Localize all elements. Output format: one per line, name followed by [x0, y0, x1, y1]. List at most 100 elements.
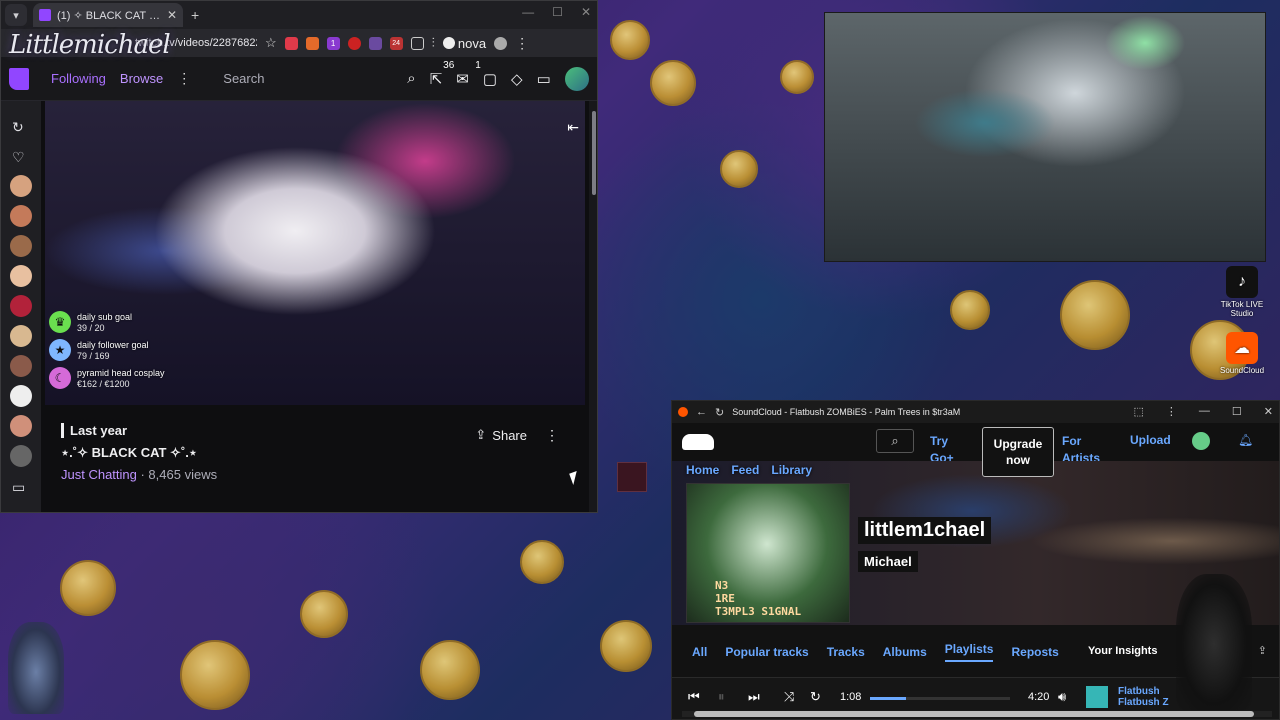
heart-icon[interactable]: ♡ [12, 149, 25, 166]
sc-share-icon[interactable]: ⇪ [1258, 644, 1267, 657]
page-scrollbar[interactable] [589, 101, 597, 512]
upload-link[interactable]: Upload [1130, 433, 1171, 447]
close-window-button[interactable]: ✕ [581, 5, 591, 19]
video-camera-icon[interactable]: ▭ [12, 479, 25, 496]
progress-bar[interactable] [870, 697, 1010, 700]
extensions-puzzle-icon[interactable] [410, 36, 424, 50]
share-label: Share [492, 427, 527, 443]
reload-icon[interactable]: ↻ [715, 406, 724, 419]
minimize-button[interactable]: — [522, 5, 534, 19]
extension-icon-badge[interactable]: 24 [389, 36, 403, 50]
channel-avatar[interactable] [10, 265, 32, 287]
extension-icon-purple[interactable]: 1 [326, 36, 340, 50]
view-count: · 8,465 views [136, 467, 218, 482]
prime-loot-icon[interactable]: ⇱ 36 [430, 60, 455, 88]
bookmark-star-icon[interactable]: ☆ [265, 35, 277, 51]
next-track-icon[interactable]: ⏭ [748, 689, 760, 705]
profile-artwork[interactable]: N3 1RE T3MPL3 S1GNAL [686, 483, 850, 623]
previous-track-icon[interactable]: ⏮ [688, 689, 700, 705]
maximize-button[interactable]: ☐ [552, 5, 563, 19]
sc-nav-feed[interactable]: Feed [731, 463, 759, 477]
moon-icon: ☾ [49, 367, 71, 389]
sc-search-icon[interactable]: ⌕ [876, 429, 914, 453]
profile-button[interactable]: nova [442, 35, 487, 51]
channel-avatar[interactable] [10, 325, 32, 347]
sc-extensions-icon[interactable]: ⬚ [1134, 405, 1144, 418]
account-avatar-icon[interactable] [494, 36, 508, 50]
sc-scrollbar-thumb[interactable] [694, 711, 1254, 717]
notifications-bell-icon[interactable]: 🔔︎ [1238, 433, 1253, 447]
sc-minimize-button[interactable]: — [1199, 405, 1210, 418]
goal-item: ♛ daily sub goal 39 / 20 [49, 311, 189, 333]
media-control-icon[interactable]: ⫶ [432, 35, 435, 51]
tab-albums[interactable]: Albums [883, 645, 927, 659]
extension-icon-red[interactable] [284, 36, 298, 50]
dark-figure-overlay [1176, 574, 1252, 710]
bits-icon[interactable]: ◇ [511, 70, 523, 88]
sc-maximize-button[interactable]: ☐ [1232, 405, 1242, 418]
soundcloud-logo-icon[interactable] [682, 434, 714, 450]
refresh-icon[interactable]: ↻ [12, 119, 24, 136]
desktop-icon-tiktok[interactable]: ♪ TikTok LIVE Studio [1220, 266, 1264, 318]
repeat-icon[interactable]: ↻ [810, 689, 821, 705]
category-link[interactable]: Just Chatting [61, 467, 137, 482]
channel-avatar[interactable] [10, 445, 32, 467]
sc-horizontal-scrollbar[interactable] [682, 711, 1272, 717]
wallpaper-coin [950, 290, 990, 330]
channel-avatar[interactable] [10, 205, 32, 227]
new-tab-button[interactable]: + [191, 7, 199, 23]
sc-close-button[interactable]: ✕ [1264, 405, 1273, 418]
channel-avatar[interactable] [10, 385, 32, 407]
goal-value: 79 / 169 [77, 350, 110, 361]
collapse-chat-icon[interactable]: ⇤ [567, 119, 579, 136]
channel-avatar[interactable] [10, 235, 32, 257]
more-options-icon[interactable]: ⋮ [545, 427, 559, 444]
tab-close-icon[interactable]: ✕ [167, 8, 177, 22]
twitch-logo-icon[interactable] [9, 67, 29, 90]
scrollbar-thumb[interactable] [592, 111, 596, 195]
sc-menu-icon[interactable]: ⋮ [1166, 405, 1177, 418]
share-button[interactable]: ⇪ Share [475, 427, 527, 443]
now-playing-info[interactable]: Flatbush Flatbush Z [1118, 686, 1169, 708]
sc-nav-home[interactable]: Home [686, 463, 719, 477]
whispers-icon[interactable]: ▢ [483, 70, 497, 88]
desktop-thumbnail[interactable] [617, 462, 647, 492]
extension-icon-game[interactable] [368, 36, 382, 50]
sc-user-avatar[interactable] [1192, 432, 1210, 450]
ad-free-icon[interactable]: ▭ [537, 70, 551, 88]
shuffle-icon[interactable]: ⤨ [784, 689, 794, 705]
search-icon[interactable]: ⌕ [407, 70, 415, 87]
search-input[interactable]: Search [223, 71, 393, 86]
sc-subnav: Home Feed Library [686, 463, 812, 477]
sc-nav-library[interactable]: Library [771, 463, 812, 477]
profile-name: nova [457, 35, 487, 51]
channel-avatar[interactable] [10, 295, 32, 317]
extension-icon-record[interactable] [347, 36, 361, 50]
video-player[interactable]: ⇤ ♛ daily sub goal 39 / 20 ★ daily follo… [45, 101, 585, 405]
upgrade-now-button[interactable]: Upgrade now [982, 427, 1054, 477]
soundcloud-favicon-icon [678, 407, 688, 417]
tab-playlists[interactable]: Playlists [944, 642, 994, 662]
channel-avatar[interactable] [10, 355, 32, 377]
channel-avatar[interactable] [10, 175, 32, 197]
tab-all[interactable]: All [692, 645, 707, 659]
pause-icon[interactable]: ⏸ [718, 689, 725, 705]
channel-avatar[interactable] [10, 415, 32, 437]
nav-browse[interactable]: Browse [120, 71, 163, 86]
extension-icon-fox[interactable] [305, 36, 319, 50]
tab-popular-tracks[interactable]: Popular tracks [725, 645, 808, 659]
volume-icon[interactable]: 🔊︎ [1058, 689, 1066, 705]
nav-more-icon[interactable]: ⋮ [177, 70, 191, 87]
back-arrow-icon[interactable]: ← [696, 406, 707, 418]
tab-reposts[interactable]: Reposts [1011, 645, 1058, 659]
your-insights-link[interactable]: Your Insights [1088, 645, 1157, 657]
track-cover[interactable] [1086, 686, 1108, 708]
desktop-icon-soundcloud[interactable]: ☁ SoundCloud [1220, 332, 1264, 375]
goal-item: ☾ pyramid head cosplay €162 / €1200 [49, 367, 189, 389]
browser-menu-icon[interactable]: ⋮ [515, 35, 529, 52]
inbox-icon[interactable]: ✉ 1 [456, 60, 481, 88]
wallpaper-coin [650, 60, 696, 106]
user-avatar[interactable] [564, 66, 589, 91]
nav-following[interactable]: Following [51, 71, 106, 86]
tab-tracks[interactable]: Tracks [827, 645, 865, 659]
